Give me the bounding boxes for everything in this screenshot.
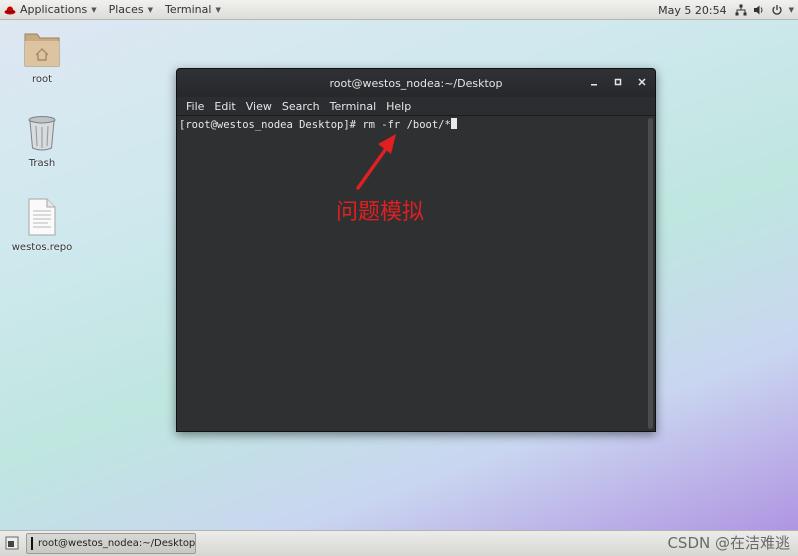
chevron-down-icon: ▼ — [91, 5, 97, 14]
applications-label: Applications — [20, 3, 88, 16]
chevron-down-icon: ▼ — [215, 5, 221, 14]
window-title: root@westos_nodea:~/Desktop — [329, 76, 503, 90]
menu-file[interactable]: File — [181, 100, 209, 113]
terminal-titlebar[interactable]: root@westos_nodea:~/Desktop — [177, 69, 655, 97]
top-panel: Applications ▼ Places ▼ Terminal ▼ May 5… — [0, 0, 798, 20]
desktop-icon-westos-repo[interactable]: westos.repo — [7, 198, 77, 253]
terminal-output[interactable]: [root@westos_nodea Desktop]# rm -fr /boo… — [177, 116, 655, 431]
terminal-app-label: Terminal — [164, 3, 212, 16]
show-desktop-icon[interactable] — [4, 535, 20, 551]
terminal-window[interactable]: root@westos_nodea:~/Desktop File Edit Vi… — [176, 68, 656, 432]
desktop-icon-root[interactable]: root — [7, 28, 77, 85]
menu-view[interactable]: View — [241, 100, 277, 113]
clock[interactable]: May 5 20:54 — [658, 4, 726, 17]
places-menu[interactable]: Places ▼ — [105, 0, 161, 20]
desktop-icon-label: westos.repo — [11, 242, 73, 253]
places-label: Places — [108, 3, 144, 16]
watermark: CSDN @在洁难逃 — [667, 534, 790, 552]
desktop-icon-label: root — [31, 74, 53, 85]
volume-icon — [753, 5, 763, 15]
chevron-down-icon: ▼ — [788, 6, 794, 14]
terminal-scrollbar[interactable] — [648, 118, 653, 429]
command-text: [root@westos_nodea Desktop]# rm -fr /boo… — [179, 119, 451, 131]
menu-help[interactable]: Help — [381, 100, 416, 113]
terminal-app-menu[interactable]: Terminal ▼ — [161, 0, 229, 20]
terminal-menubar: File Edit View Search Terminal Help — [177, 97, 655, 116]
annotation-arrow-icon — [356, 134, 396, 190]
folder-home-icon — [24, 33, 60, 67]
maximize-icon — [614, 78, 622, 86]
trash-icon — [28, 116, 56, 151]
desktop-icon-trash[interactable]: Trash — [7, 114, 77, 169]
network-icon — [735, 4, 747, 16]
close-button[interactable] — [635, 75, 649, 89]
menu-terminal[interactable]: Terminal — [325, 100, 382, 113]
text-cursor — [450, 118, 457, 129]
maximize-button[interactable] — [611, 75, 625, 89]
menu-search[interactable]: Search — [277, 100, 325, 113]
chevron-down-icon: ▼ — [147, 5, 153, 14]
redhat-logo-icon — [4, 6, 16, 14]
annotation-text: 问题模拟 — [336, 200, 425, 225]
close-icon — [638, 78, 646, 86]
power-icon — [771, 5, 782, 15]
taskbar-window-terminal[interactable]: root@westos_nodea:~/Desktop — [26, 533, 196, 554]
applications-menu[interactable]: Applications ▼ — [0, 0, 105, 20]
text-file-icon — [28, 198, 56, 236]
system-menu[interactable]: ▼ — [735, 4, 794, 16]
desktop-icon-label: Trash — [28, 158, 56, 169]
minimize-icon — [591, 84, 597, 86]
terminal-line: [root@westos_nodea Desktop]# rm -fr /boo… — [179, 118, 653, 131]
taskbar-window-label: root@westos_nodea:~/Desktop — [38, 538, 196, 549]
terminal-icon — [31, 537, 38, 550]
menu-edit[interactable]: Edit — [209, 100, 240, 113]
minimize-button[interactable] — [587, 75, 601, 89]
